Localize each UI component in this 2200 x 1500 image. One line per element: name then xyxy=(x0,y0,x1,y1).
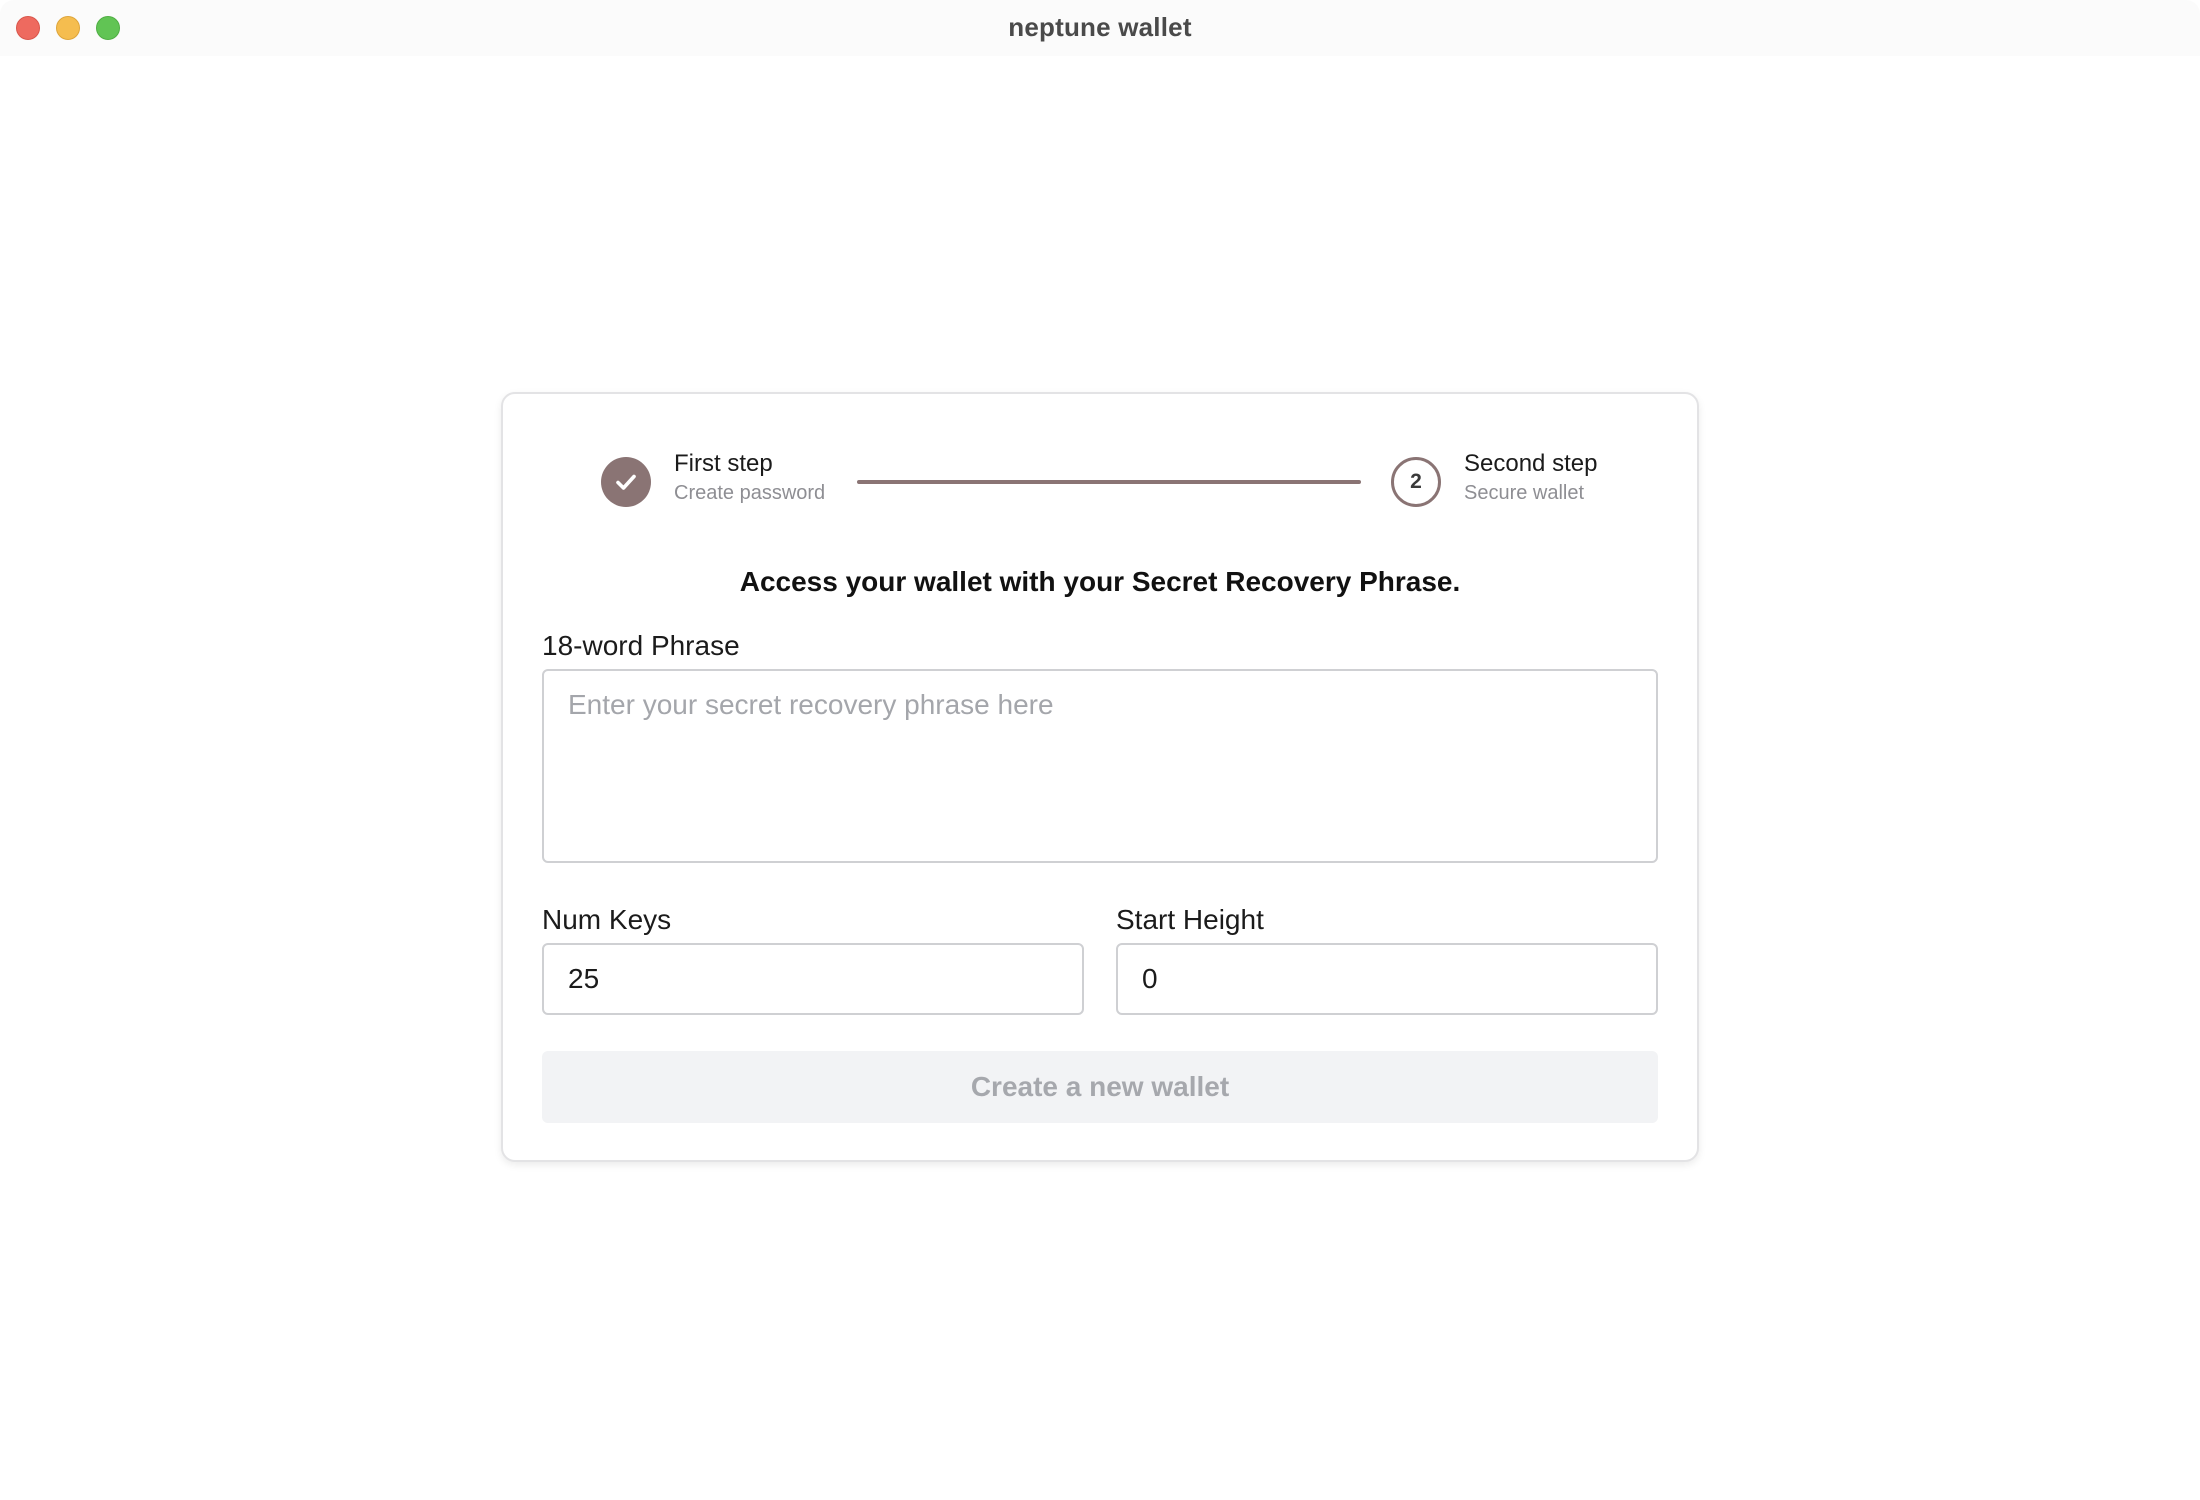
check-icon xyxy=(616,474,636,490)
start-height-label: Start Height xyxy=(1116,904,1264,935)
num-keys-label: Num Keys xyxy=(542,904,672,935)
step-1-subtitle: Create password xyxy=(674,482,826,504)
app-window: neptune wallet First step Create passwor… xyxy=(0,0,2200,1500)
recovery-phrase-input[interactable] xyxy=(542,669,1658,863)
step-2-title: Second step xyxy=(1464,450,1598,477)
start-height-input[interactable] xyxy=(1116,943,1658,1015)
step-2-number-badge: 2 xyxy=(1391,457,1441,507)
create-wallet-button[interactable]: Create a new wallet xyxy=(542,1051,1658,1123)
window-title: neptune wallet xyxy=(1008,12,1192,42)
stepper-connector xyxy=(857,480,1361,484)
title-bar[interactable]: neptune wallet xyxy=(0,0,2200,56)
num-keys-input[interactable] xyxy=(542,943,1084,1015)
step-1-title: First step xyxy=(674,450,773,477)
phrase-label: 18-word Phrase xyxy=(542,630,740,661)
step-completed-icon xyxy=(601,457,651,507)
step-2-subtitle: Secure wallet xyxy=(1464,482,1585,504)
form-headline: Access your wallet with your Secret Reco… xyxy=(739,566,1461,597)
